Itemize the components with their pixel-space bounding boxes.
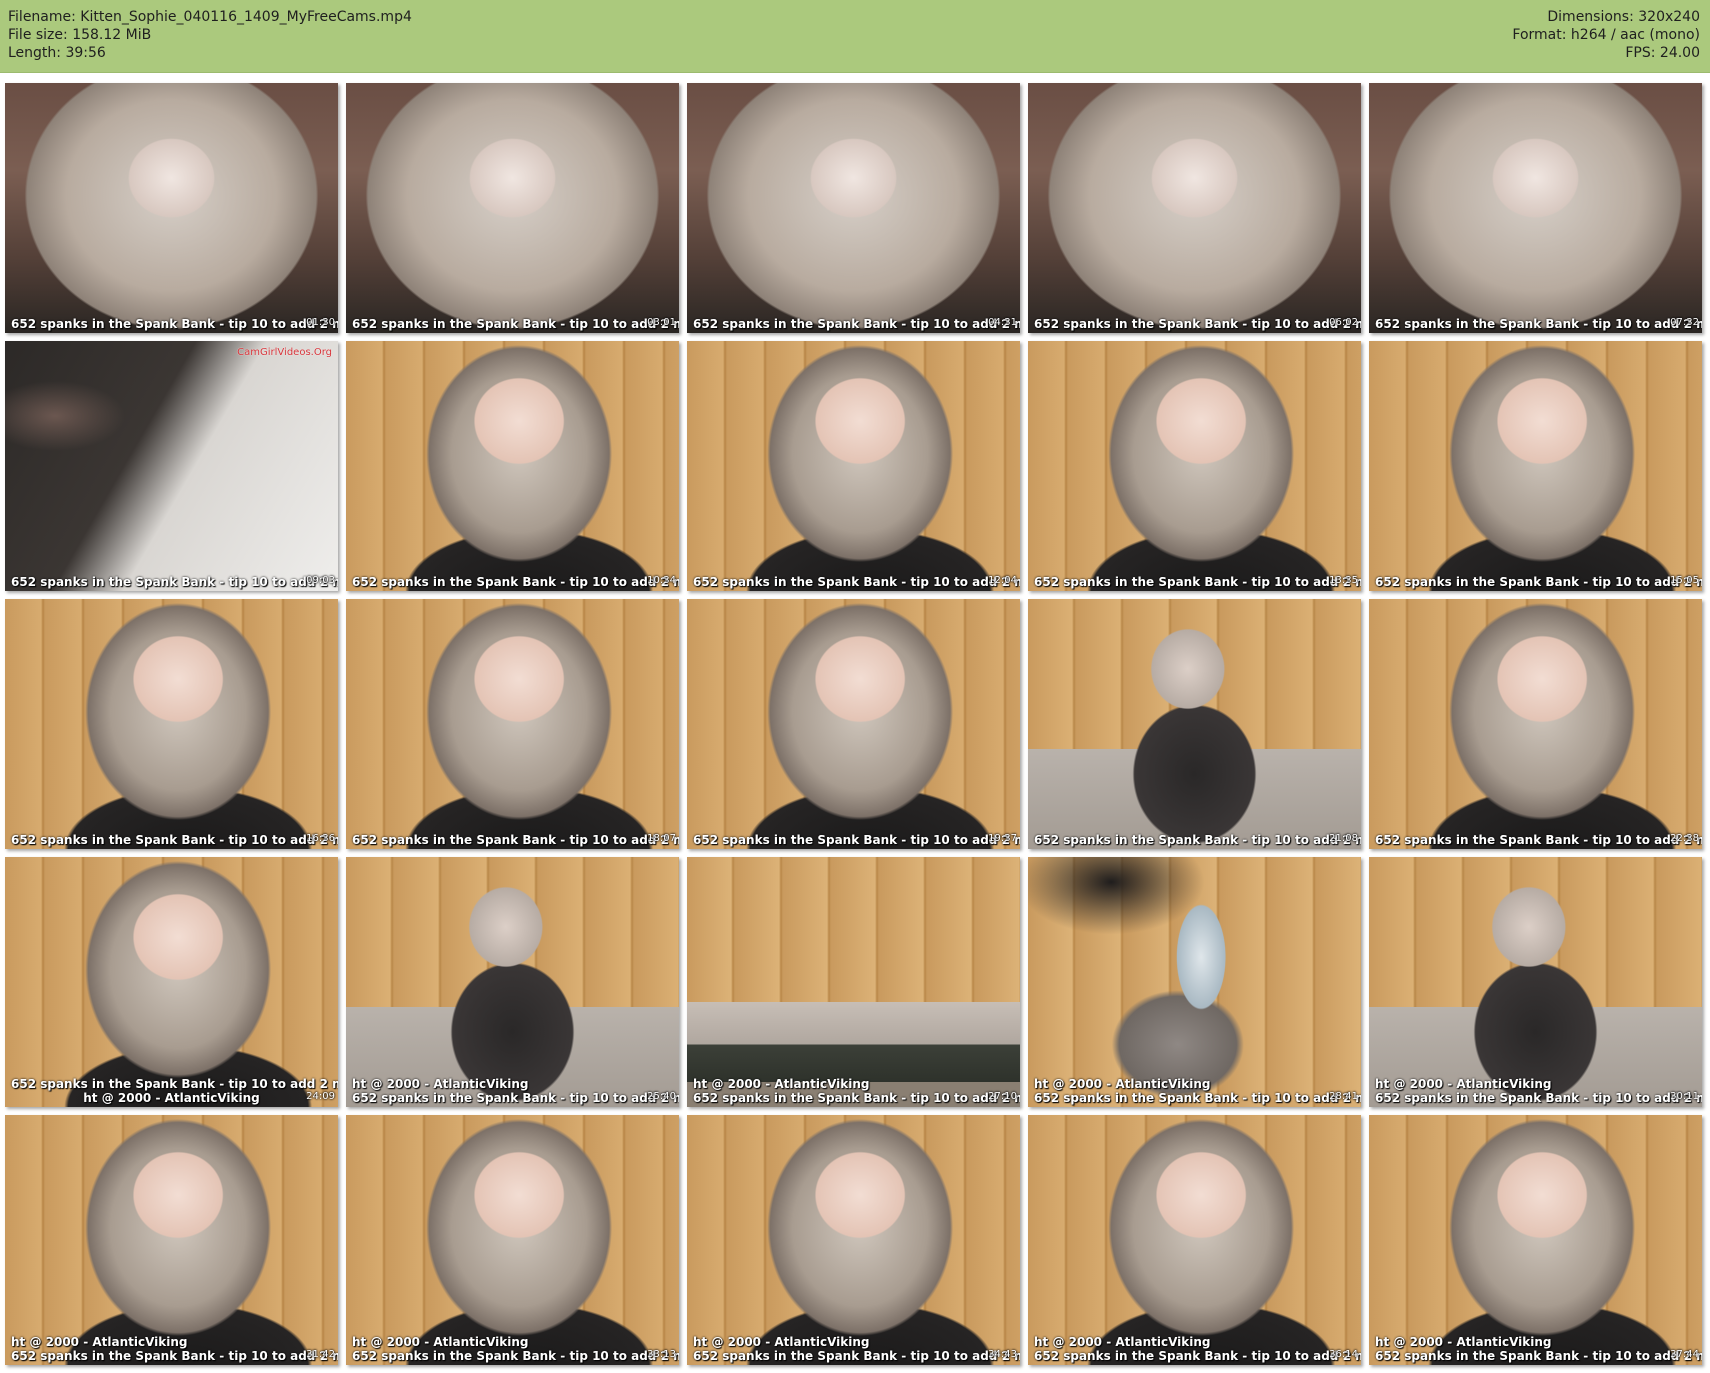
timestamp-label: 31:42	[306, 1349, 335, 1360]
timestamp-label: 15:05	[1670, 575, 1699, 586]
overlay-caption: 652 spanks in the Spank Bank - tip 10 to…	[693, 1349, 1020, 1363]
dimensions-text: Dimensions: 320x240	[1547, 9, 1700, 25]
timestamp-label: 24:09	[306, 1091, 335, 1102]
thumbnail-frame[interactable]: 652 spanks in the Spank Bank - tip 10 to…	[687, 599, 1020, 849]
overlay-caption: 652 spanks in the Spank Bank - tip 10 to…	[693, 575, 1020, 589]
overlay-caption: 652 spanks in the Spank Bank - tip 10 to…	[1034, 317, 1361, 331]
overlay-caption: 652 spanks in the Spank Bank - tip 10 to…	[1034, 1091, 1361, 1105]
overlay-caption: 652 spanks in the Spank Bank - tip 10 to…	[693, 317, 1020, 331]
overlay-caption: 652 spanks in the Spank Bank - tip 10 to…	[1375, 833, 1702, 847]
overlay-caption: 652 spanks in the Spank Bank - tip 10 to…	[1034, 833, 1361, 847]
timestamp-label: 18:07	[647, 833, 676, 844]
length-text: Length: 39:56	[8, 45, 106, 61]
thumbnail-frame[interactable]: ht @ 2000 - AtlanticViking 652 spanks in …	[1369, 1115, 1702, 1365]
timestamp-label: 01:30	[306, 317, 335, 328]
info-header: Filename: Kitten_Sophie_040116_1409_MyFr…	[0, 0, 1710, 73]
thumbnail-frame[interactable]: 652 spanks in the Spank Bank - tip 10 to…	[346, 83, 679, 333]
filename-text: Filename: Kitten_Sophie_040116_1409_MyFr…	[8, 9, 412, 25]
thumbnail-frame[interactable]: CamGirlVideos.Org 652 spanks in the Spank…	[5, 341, 338, 591]
thumbnail-frame[interactable]: 652 spanks in the Spank Bank - tip 10 to…	[1028, 341, 1361, 591]
timestamp-label: 07:32	[1670, 317, 1699, 328]
timestamp-label: 30:11	[1670, 1091, 1699, 1102]
overlay-caption: 652 spanks in the Spank Bank - tip 10 to…	[352, 1349, 679, 1363]
filesize-text: File size: 158.12 MiB	[8, 27, 152, 43]
thumbnail-frame[interactable]: 652 spanks in the Spank Bank - tip 10 to…	[1369, 341, 1702, 591]
overlay-caption: 652 spanks in the Spank Bank - tip 10 to…	[11, 1349, 338, 1363]
overlay-credit: ht @ 2000 - AtlanticViking	[1375, 1335, 1552, 1349]
overlay-credit: ht @ 2000 - AtlanticViking	[352, 1335, 529, 1349]
file-info-right: Dimensions: 320x240 Format: h264 / aac (…	[1512, 8, 1700, 62]
overlay-credit: ht @ 2000 - AtlanticViking	[693, 1335, 870, 1349]
timestamp-label: 27:10	[988, 1091, 1017, 1102]
overlay-caption: 652 spanks in the Spank Bank - tip 10 to…	[352, 833, 679, 847]
thumbnail-frame[interactable]: 652 spanks in the Spank Bank - tip 10 to…	[687, 83, 1020, 333]
thumbnail-frame[interactable]: ht @ 2000 - AtlanticViking 652 spanks in …	[346, 1115, 679, 1365]
timestamp-label: 10:34	[647, 575, 676, 586]
overlay-caption: 652 spanks in the Spank Bank - tip 10 to…	[693, 1091, 1020, 1105]
thumbnail-frame[interactable]: 652 spanks in the Spank Bank - tip 10 to…	[1369, 599, 1702, 849]
overlay-caption: 652 spanks in the Spank Bank - tip 10 to…	[693, 833, 1020, 847]
overlay-credit: ht @ 2000 - AtlanticViking	[1375, 1077, 1552, 1091]
timestamp-label: 12:04	[988, 575, 1017, 586]
timestamp-label: 03:01	[647, 317, 676, 328]
timestamp-label: 25:40	[647, 1091, 676, 1102]
overlay-credit: ht @ 2000 - AtlanticViking	[11, 1335, 188, 1349]
overlay-caption: 652 spanks in the Spank Bank - tip 10 to…	[352, 575, 679, 589]
overlay-caption: 652 spanks in the Spank Bank - tip 10 to…	[1375, 1349, 1702, 1363]
format-text: Format: h264 / aac (mono)	[1512, 27, 1700, 43]
overlay-caption: 652 spanks in the Spank Bank - tip 10 to…	[1375, 317, 1702, 331]
timestamp-label: 36:14	[1329, 1349, 1358, 1360]
overlay-caption: 652 spanks in the Spank Bank - tip 10 to…	[1034, 575, 1361, 589]
thumbnail-frame[interactable]: 652 spanks in the Spank Bank - tip 10 to…	[1369, 83, 1702, 333]
thumbnail-frame[interactable]: ht @ 2000 - AtlanticViking 652 spanks in …	[5, 1115, 338, 1365]
overlay-caption: 652 spanks in the Spank Bank - tip 10 to…	[1034, 1349, 1361, 1363]
thumbnail-grid: 652 spanks in the Spank Bank - tip 10 to…	[5, 83, 1705, 1368]
timestamp-label: 22:38	[1670, 833, 1699, 844]
overlay-caption: 652 spanks in the Spank Bank - tip 10 to…	[11, 575, 338, 589]
overlay-caption: 652 spanks in the Spank Bank - tip 10 to…	[352, 1091, 679, 1105]
thumbnail-frame[interactable]: 652 spanks in the Spank Bank - tip 10 to…	[346, 341, 679, 591]
overlay-caption: 652 spanks in the Spank Bank - tip 10 to…	[352, 317, 679, 331]
thumbnail-frame[interactable]: 652 spanks in the Spank Bank - tip 10 to…	[5, 83, 338, 333]
overlay-credit: ht @ 2000 - AtlanticViking	[693, 1077, 870, 1091]
thumbnail-frame[interactable]: 652 spanks in the Spank Bank - tip 10 to…	[5, 599, 338, 849]
timestamp-label: 19:37	[988, 833, 1017, 844]
timestamp-label: 37:44	[1670, 1349, 1699, 1360]
overlay-caption: 652 spanks in the Spank Bank - tip 10 to…	[11, 833, 338, 847]
thumbnail-frame[interactable]: ht @ 2000 - AtlanticViking 652 spanks in …	[346, 857, 679, 1107]
timestamp-label: 21:08	[1329, 833, 1358, 844]
overlay-credit: ht @ 2000 - AtlanticViking	[83, 1091, 260, 1105]
overlay-credit: ht @ 2000 - AtlanticViking	[1034, 1077, 1211, 1091]
thumbnail-frame[interactable]: ht @ 2000 - AtlanticViking 652 spanks in …	[1369, 857, 1702, 1107]
file-info-left: Filename: Kitten_Sophie_040116_1409_MyFr…	[8, 8, 412, 62]
timestamp-label: 16:36	[306, 833, 335, 844]
thumbnail-frame[interactable]: 652 spanks in the Spank Bank - tip 10 to…	[346, 599, 679, 849]
overlay-caption: 652 spanks in the Spank Bank - tip 10 to…	[1375, 575, 1702, 589]
timestamp-label: 06:02	[1329, 317, 1358, 328]
overlay-caption: 652 spanks in the Spank Bank - tip 10 to…	[11, 317, 338, 331]
thumbnail-frame[interactable]: 652 spanks in the Spank Bank - tip 10 to…	[1028, 599, 1361, 849]
thumbnail-frame[interactable]: 652 spanks in the Spank Bank - tip 10 to…	[1028, 83, 1361, 333]
overlay-credit: ht @ 2000 - AtlanticViking	[1034, 1335, 1211, 1349]
timestamp-label: 09:03	[306, 575, 335, 586]
timestamp-label: 33:13	[647, 1349, 676, 1360]
thumbnail-frame[interactable]: ht @ 2000 - AtlanticViking 652 spanks in …	[1028, 1115, 1361, 1365]
thumbnail-frame[interactable]: 652 spanks in the Spank Bank - tip 10 to…	[5, 857, 338, 1107]
thumbnail-frame[interactable]: ht @ 2000 - AtlanticViking 652 spanks in …	[1028, 857, 1361, 1107]
thumbnail-frame[interactable]: 652 spanks in the Spank Bank - tip 10 to…	[687, 341, 1020, 591]
timestamp-label: 13:35	[1329, 575, 1358, 586]
overlay-credit: ht @ 2000 - AtlanticViking	[352, 1077, 529, 1091]
timestamp-label: 04:31	[988, 317, 1017, 328]
timestamp-label: 28:41	[1329, 1091, 1358, 1102]
fps-text: FPS: 24.00	[1625, 45, 1700, 61]
timestamp-label: 34:43	[988, 1349, 1017, 1360]
thumbnail-frame[interactable]: ht @ 2000 - AtlanticViking 652 spanks in …	[687, 1115, 1020, 1365]
overlay-caption: 652 spanks in the Spank Bank - tip 10 to…	[1375, 1091, 1702, 1105]
overlay-caption: 652 spanks in the Spank Bank - tip 10 to…	[11, 1077, 338, 1091]
watermark-text: CamGirlVideos.Org	[237, 347, 332, 358]
thumbnail-frame[interactable]: ht @ 2000 - AtlanticViking 652 spanks in …	[687, 857, 1020, 1107]
